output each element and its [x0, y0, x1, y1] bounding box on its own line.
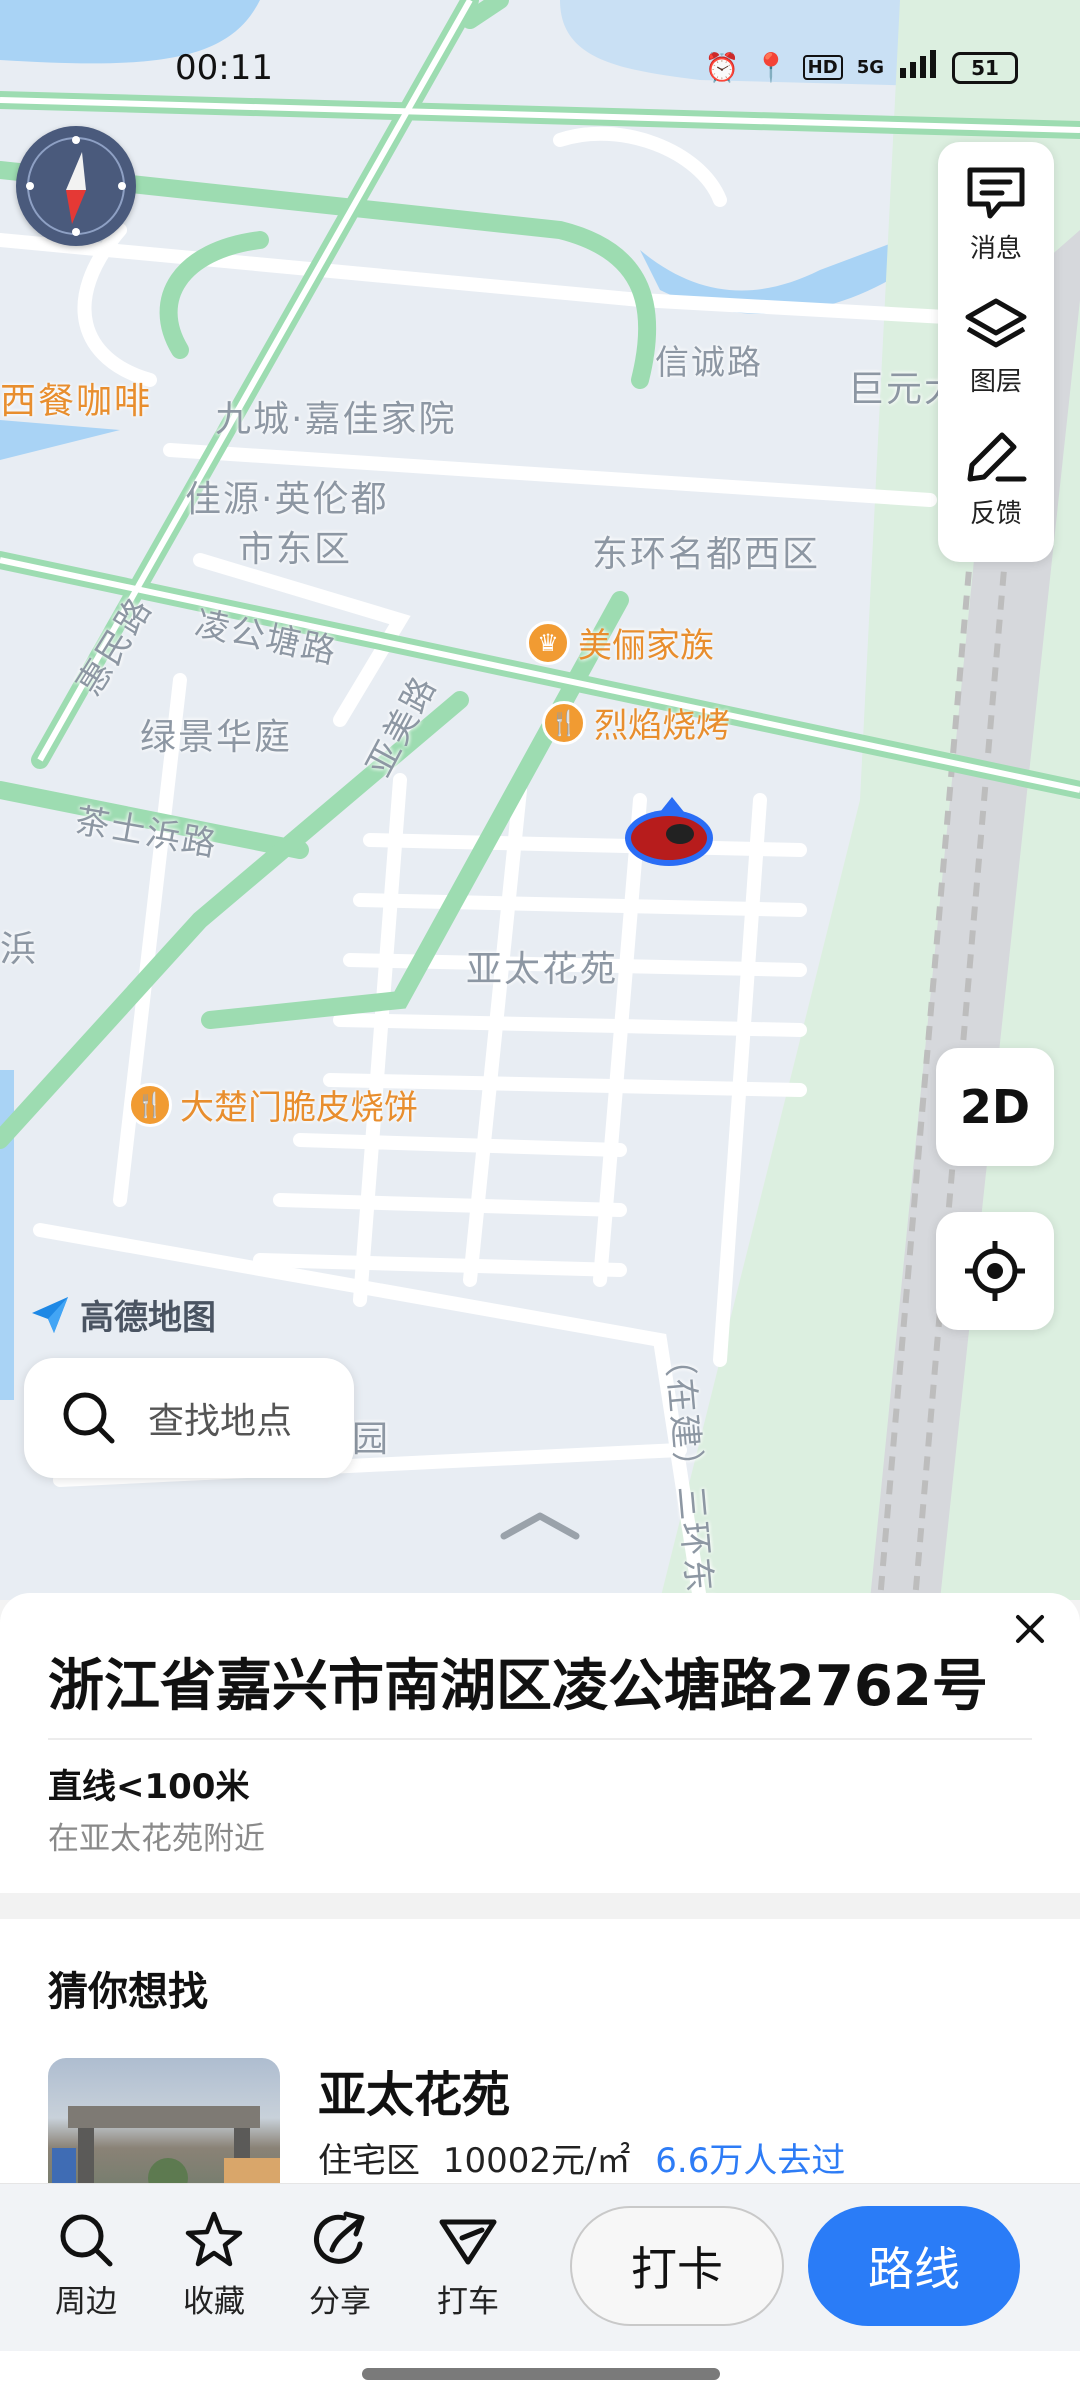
compass-icon [26, 136, 126, 236]
layers-icon [965, 298, 1027, 348]
signal-icon [898, 48, 938, 87]
section-gap [0, 1893, 1080, 1919]
edit-icon [967, 432, 1027, 482]
locate-button[interactable] [936, 1212, 1054, 1330]
view-mode-2d-button[interactable]: 2D [936, 1048, 1054, 1166]
nearby-label: 周边 [55, 2284, 117, 2320]
status-time: 00:11 [175, 48, 273, 88]
search-placeholder: 查找地点 [148, 1401, 293, 1442]
messages-label: 消息 [969, 234, 1022, 264]
place-address: 浙江省嘉兴市南湖区凌公塘路2762号 [48, 1654, 988, 1719]
status-bar: 00:11 ⏰ 📍 HD 5G 51 [0, 0, 1080, 140]
map-label: 市东区 [238, 529, 353, 570]
network-icon: 5G [856, 57, 884, 78]
layers-button[interactable]: 图层 [938, 297, 1054, 430]
search-box[interactable]: 查找地点 [24, 1358, 354, 1478]
locate-icon [965, 1241, 1025, 1301]
compass-button[interactable] [16, 126, 136, 246]
star-icon [185, 2211, 243, 2267]
home-indicator[interactable] [362, 2368, 720, 2380]
share-label: 分享 [309, 2284, 371, 2320]
place-visits[interactable]: 6.6万人去过 [655, 2141, 845, 2181]
taxi-button[interactable]: 打车 [418, 2210, 518, 2321]
taxi-label: 打车 [437, 2284, 499, 2320]
search-icon [60, 2214, 113, 2267]
feedback-button[interactable]: 反馈 [938, 429, 1054, 562]
nearby-button[interactable]: 周边 [36, 2210, 136, 2321]
battery-icon: 51 [952, 51, 1018, 84]
message-icon [967, 167, 1025, 219]
map-label: 信诚路 [655, 343, 763, 383]
poi-meili[interactable]: ♛ 美俪家族 [526, 618, 714, 667]
map-label: 西餐咖啡 [0, 381, 153, 422]
hd-icon: HD [802, 55, 843, 80]
poi-label: 美俪家族 [578, 626, 714, 666]
map-label: 东环名都西区 [592, 534, 821, 575]
messages-button[interactable]: 消息 [938, 164, 1054, 297]
map-label: 佳源·英伦都 [185, 479, 389, 520]
share-button[interactable]: 分享 [290, 2210, 390, 2321]
poi-icon: ♛ [526, 620, 570, 665]
poi-label: 大楚门脆皮烧饼 [180, 1088, 418, 1128]
map-label: 九城·嘉佳家院 [215, 399, 457, 440]
place-card-name[interactable]: 亚太花苑 [318, 2055, 510, 2125]
map-toolbar: 消息 图层 反馈 [938, 142, 1054, 562]
layers-label: 图层 [969, 366, 1022, 397]
place-type: 住宅区 [318, 2141, 420, 2181]
restaurant-icon: 🍴 [128, 1082, 172, 1127]
place-card-meta: 住宅区 10002元/㎡ 6.6万人去过 [318, 2133, 845, 2182]
map-view[interactable]: 西餐咖啡 九城·嘉佳家院 信诚路 巨元大 佳源·英伦都 市东区 东环名都西区 惠… [0, 0, 1080, 1600]
chevron-up-icon[interactable] [500, 1510, 580, 1540]
poi-lieyan[interactable]: 🍴 烈焰烧烤 [542, 698, 730, 747]
guess-section-title: 猜你想找 [48, 1969, 208, 2015]
favorite-button[interactable]: 收藏 [164, 2210, 264, 2321]
taxi-icon [439, 2219, 497, 2265]
amap-logo-icon [32, 1296, 68, 1333]
share-icon [314, 2211, 365, 2264]
place-price: 10002元/㎡ [442, 2141, 631, 2181]
alarm-icon: ⏰ [704, 51, 740, 84]
favorite-label: 收藏 [183, 2284, 245, 2320]
map-label: 亚太花苑 [466, 949, 619, 990]
amap-logo: 高德地图 [28, 1290, 216, 1339]
route-button[interactable]: 路线 [808, 2206, 1020, 2326]
close-icon[interactable] [1008, 1607, 1052, 1651]
place-nearby: 在亚太花苑附近 [48, 1821, 265, 1857]
map-label: 绿景华庭 [140, 717, 293, 758]
poi-label: 烈焰烧烤 [594, 706, 730, 746]
place-distance: 直线<100米 [48, 1767, 250, 1807]
search-icon [63, 1392, 115, 1444]
poi-dachumen[interactable]: 🍴 大楚门脆皮烧饼 [128, 1080, 418, 1129]
action-bar: 周边 收藏 分享 打车 打卡 路线 [0, 2183, 1080, 2351]
feedback-label: 反馈 [969, 499, 1022, 530]
map-label: 浜 [0, 929, 39, 970]
map-label: 园 [352, 1419, 391, 1460]
amap-logo-text: 高德地图 [80, 1298, 216, 1338]
location-pin-icon: 📍 [753, 51, 789, 84]
checkin-button[interactable]: 打卡 [570, 2206, 784, 2326]
restaurant-icon: 🍴 [542, 700, 586, 745]
divider [48, 1738, 1032, 1740]
